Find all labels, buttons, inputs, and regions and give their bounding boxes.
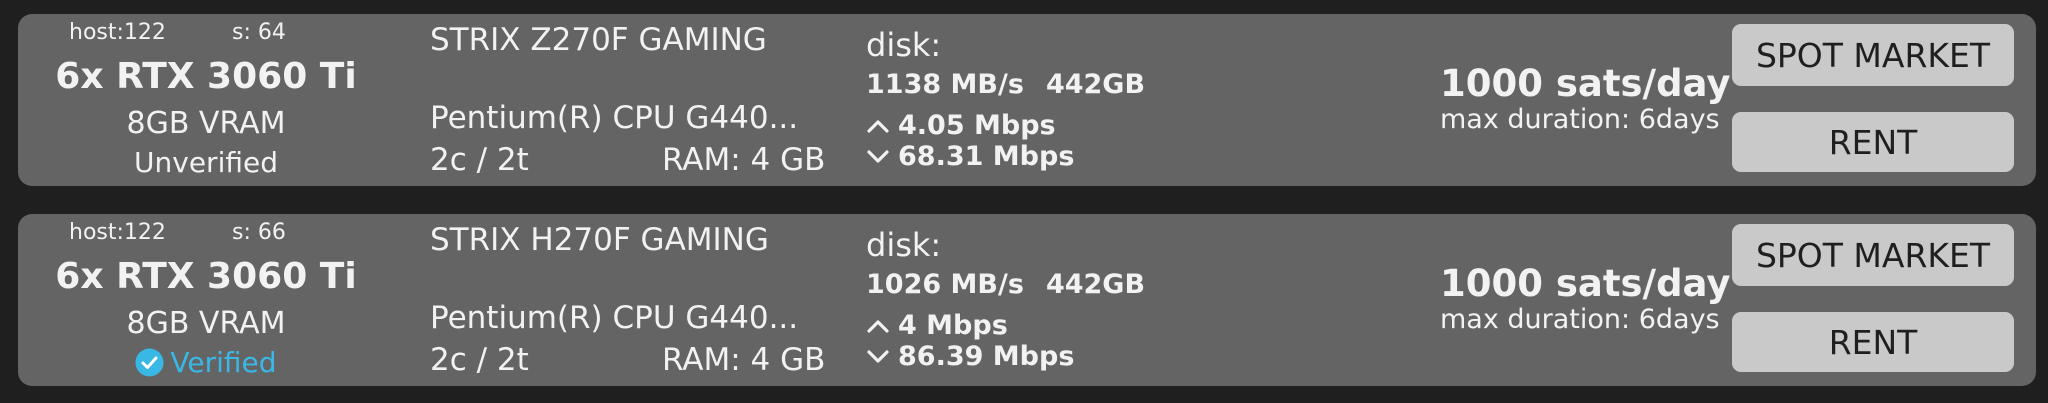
cpu-cores: 2c / 2t [430, 342, 529, 378]
chevron-down-icon [867, 149, 889, 163]
max-duration: max duration: 6days [1440, 104, 1720, 135]
motherboard: STRIX H270F GAMING [430, 222, 769, 258]
chevron-up-icon [867, 119, 889, 133]
gpu-vram: 8GB VRAM [126, 106, 286, 141]
cpu-model: Pentium(R) CPU G440... [430, 300, 799, 336]
score: s: 64 [232, 20, 286, 45]
disk-label: disk: [866, 226, 942, 264]
verification-status: Verified [18, 346, 394, 379]
download-value: 68.31 Mbps [898, 141, 1075, 172]
gpu-model: 6x RTX 3060 Ti [55, 256, 357, 297]
offer-list: host:122 s: 64 6x RTX 3060 Ti 8GB VRAM U… [0, 0, 2048, 403]
motherboard: STRIX Z270F GAMING [430, 22, 767, 58]
price: 1000 sats/day [1440, 62, 1731, 105]
chevron-up-icon [867, 319, 889, 333]
chevron-down-icon [867, 349, 889, 363]
rent-button[interactable]: RENT [1732, 112, 2014, 172]
upload-value: 4 Mbps [898, 310, 1008, 341]
upload-speed: 4 Mbps [866, 310, 1008, 341]
download-speed: 68.31 Mbps [866, 141, 1074, 172]
disk-stats: 1138 MB/s 442GB [866, 69, 1145, 100]
score: s: 66 [232, 220, 286, 245]
verification-label: Unverified [134, 146, 278, 179]
disk-size: 442GB [1045, 69, 1146, 100]
max-duration: max duration: 6days [1440, 304, 1720, 335]
price: 1000 sats/day [1440, 262, 1731, 305]
rent-button[interactable]: RENT [1732, 312, 2014, 372]
spot-market-button[interactable]: SPOT MARKET [1732, 24, 2014, 86]
host-id: host:122 [69, 20, 166, 45]
cpu-model: Pentium(R) CPU G440... [430, 100, 799, 136]
spot-market-button[interactable]: SPOT MARKET [1732, 224, 2014, 286]
ram: RAM: 4 GB [662, 142, 826, 178]
disk-speed: 1026 MB/s [866, 269, 1024, 300]
ram: RAM: 4 GB [662, 342, 826, 378]
download-speed: 86.39 Mbps [866, 341, 1074, 372]
download-value: 86.39 Mbps [898, 341, 1075, 372]
gpu-model: 6x RTX 3060 Ti [55, 56, 357, 97]
disk-speed: 1138 MB/s [866, 69, 1024, 100]
upload-speed: 4.05 Mbps [866, 110, 1056, 141]
disk-label: disk: [866, 26, 942, 64]
cpu-cores: 2c / 2t [430, 142, 529, 178]
check-circle-icon [135, 348, 164, 377]
disk-size: 442GB [1045, 269, 1146, 300]
upload-value: 4.05 Mbps [898, 110, 1056, 141]
offer-card: host:122 s: 64 6x RTX 3060 Ti 8GB VRAM U… [18, 14, 2036, 186]
verification-label: Verified [170, 346, 277, 379]
offer-card: host:122 s: 66 6x RTX 3060 Ti 8GB VRAM V… [18, 214, 2036, 386]
gpu-vram: 8GB VRAM [126, 306, 286, 341]
verification-status: Unverified [18, 146, 394, 179]
host-id: host:122 [69, 220, 166, 245]
disk-stats: 1026 MB/s 442GB [866, 269, 1145, 300]
